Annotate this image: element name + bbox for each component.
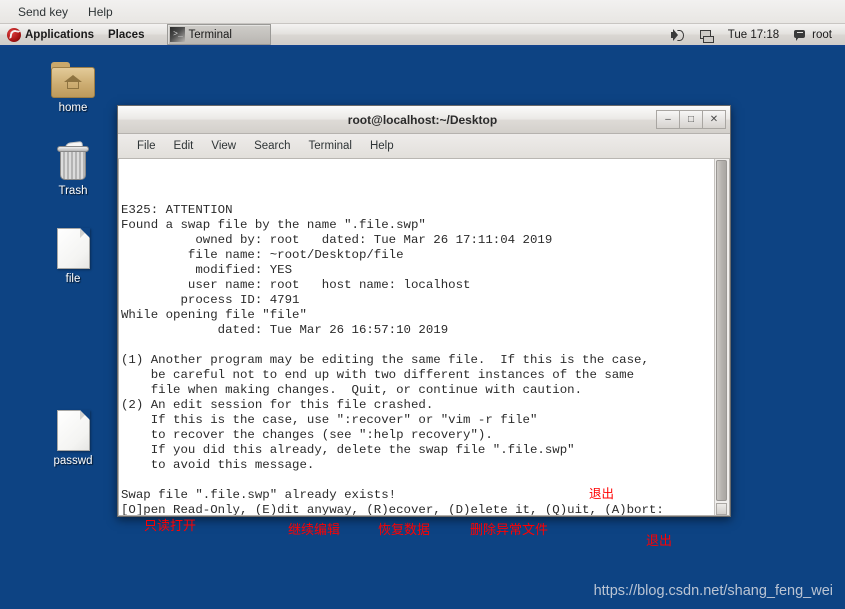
document-icon (56, 410, 90, 451)
user-menu[interactable]: root (786, 28, 839, 42)
desktop-icon-file[interactable]: file (36, 228, 110, 285)
applications-menu-label: Applications (25, 28, 95, 41)
terminal-body: E325: ATTENTION Found a swap file by the … (118, 159, 730, 516)
network-applet[interactable]: x (692, 28, 721, 43)
terminal-screen[interactable]: E325: ATTENTION Found a swap file by the … (119, 159, 714, 515)
gnome-panel: Applications Places >_ Terminal x Tue 17… (0, 24, 845, 47)
annotation-recover: 恢复数据 (378, 523, 431, 538)
annotation-open-readonly: 只读打开 (144, 519, 197, 534)
help-menu[interactable]: Help (78, 3, 123, 21)
scrollbar-thumb[interactable] (716, 160, 727, 501)
terminal-menu-help[interactable]: Help (361, 138, 403, 154)
fedora-logo-icon (7, 27, 21, 42)
watermark: https://blog.csdn.net/shang_feng_wei (593, 583, 833, 599)
taskbar-item-terminal[interactable]: >_ Terminal (167, 24, 272, 45)
maximize-button[interactable]: □ (679, 110, 703, 129)
terminal-titlebar[interactable]: root@localhost:~/Desktop – □ ✕ (118, 106, 730, 134)
terminal-line: (2) An edit session for this file crashe… (121, 398, 434, 412)
terminal-scrollbar[interactable] (714, 159, 729, 515)
clock-applet[interactable]: Tue 17:18 (721, 29, 786, 41)
desktop-icon-trash[interactable]: Trash (36, 141, 110, 197)
desktop-icon-file-label: file (65, 273, 81, 285)
places-menu-label: Places (108, 28, 145, 41)
terminal-menu-view[interactable]: View (202, 138, 245, 154)
desktop-icon-passwd-label: passwd (53, 455, 93, 467)
terminal-line: owned by: root dated: Tue Mar 26 17:11:0… (121, 233, 553, 247)
terminal-line: If you did this already, delete the swap… (121, 443, 575, 457)
terminal-menu-file[interactable]: File (128, 138, 165, 154)
document-icon (56, 228, 90, 269)
terminal-menu-terminal[interactable]: Terminal (300, 138, 361, 154)
desktop-screen: Send key Help Applications Places >_ Ter… (0, 0, 845, 609)
annotation-quit-bottom: 退出 (646, 534, 673, 549)
terminal-line: be careful not to end up with two differ… (121, 368, 635, 382)
terminal-menu-edit[interactable]: Edit (165, 138, 203, 154)
scrollbar-down-button[interactable] (716, 503, 727, 515)
terminal-line: process ID: 4791 (121, 293, 300, 307)
trash-icon (56, 141, 90, 181)
terminal-window: root@localhost:~/Desktop – □ ✕ File Edit… (117, 105, 731, 517)
annotation-delete-file: 删除异常文件 (470, 523, 549, 538)
terminal-line: (1) Another program may be editing the s… (121, 353, 649, 367)
terminal-line: Found a swap file by the name ".file.swp… (121, 218, 426, 232)
taskbar-item-label: Terminal (188, 28, 232, 41)
annotation-quit-inline: 退出 (589, 486, 615, 501)
network-disconnected-icon: x (699, 28, 714, 43)
desktop-icon-trash-label: Trash (58, 185, 88, 197)
terminal-line: E325: ATTENTION (121, 203, 233, 217)
desktop-icon-passwd[interactable]: passwd (36, 410, 110, 467)
annotation-edit-anyway: 继续编辑 (288, 523, 341, 538)
terminal-line: user name: root host name: localhost (121, 278, 471, 292)
terminal-line: to avoid this message. (121, 458, 315, 472)
volume-applet[interactable] (663, 28, 692, 42)
send-key-menu[interactable]: Send key (8, 3, 78, 21)
minimize-button[interactable]: – (656, 110, 680, 129)
terminal-line: If this is the case, use ":recover" or "… (121, 413, 538, 427)
terminal-line: modified: YES (121, 263, 293, 277)
volume-icon (670, 28, 685, 42)
user-menu-label: root (812, 28, 832, 41)
places-menu[interactable]: Places (101, 24, 151, 45)
vm-menubar: Send key Help (0, 0, 845, 24)
close-button[interactable]: ✕ (702, 110, 726, 129)
terminal-line: [O]pen Read-Only, (E)dit anyway, (R)ecov… (121, 503, 664, 515)
terminal-line: dated: Tue Mar 26 16:57:10 2019 (121, 323, 449, 337)
user-status-icon (793, 28, 808, 42)
terminal-line: Swap file ".file.swp" already exists! (121, 488, 397, 502)
terminal-line: file name: ~root/Desktop/file (121, 248, 404, 262)
terminal-menubar: File Edit View Search Terminal Help (118, 134, 730, 159)
window-controls: – □ ✕ (656, 110, 730, 129)
terminal-menu-search[interactable]: Search (245, 138, 299, 154)
desktop-icon-home-label: home (58, 102, 88, 114)
terminal-icon: >_ (170, 27, 186, 42)
terminal-line: While opening file "file" (121, 308, 307, 322)
desktop-icon-home[interactable]: home (36, 62, 110, 114)
terminal-output: E325: ATTENTION Found a swap file by the … (121, 203, 664, 515)
terminal-line: to recover the changes (see ":help recov… (121, 428, 493, 442)
panel-status-area: x Tue 17:18 root (663, 28, 845, 43)
clock-label: Tue 17:18 (727, 28, 780, 41)
folder-icon (51, 62, 95, 98)
terminal-title: root@localhost:~/Desktop (347, 112, 498, 127)
applications-menu[interactable]: Applications (0, 24, 101, 45)
terminal-line: file when making changes. Quit, or conti… (121, 383, 583, 397)
